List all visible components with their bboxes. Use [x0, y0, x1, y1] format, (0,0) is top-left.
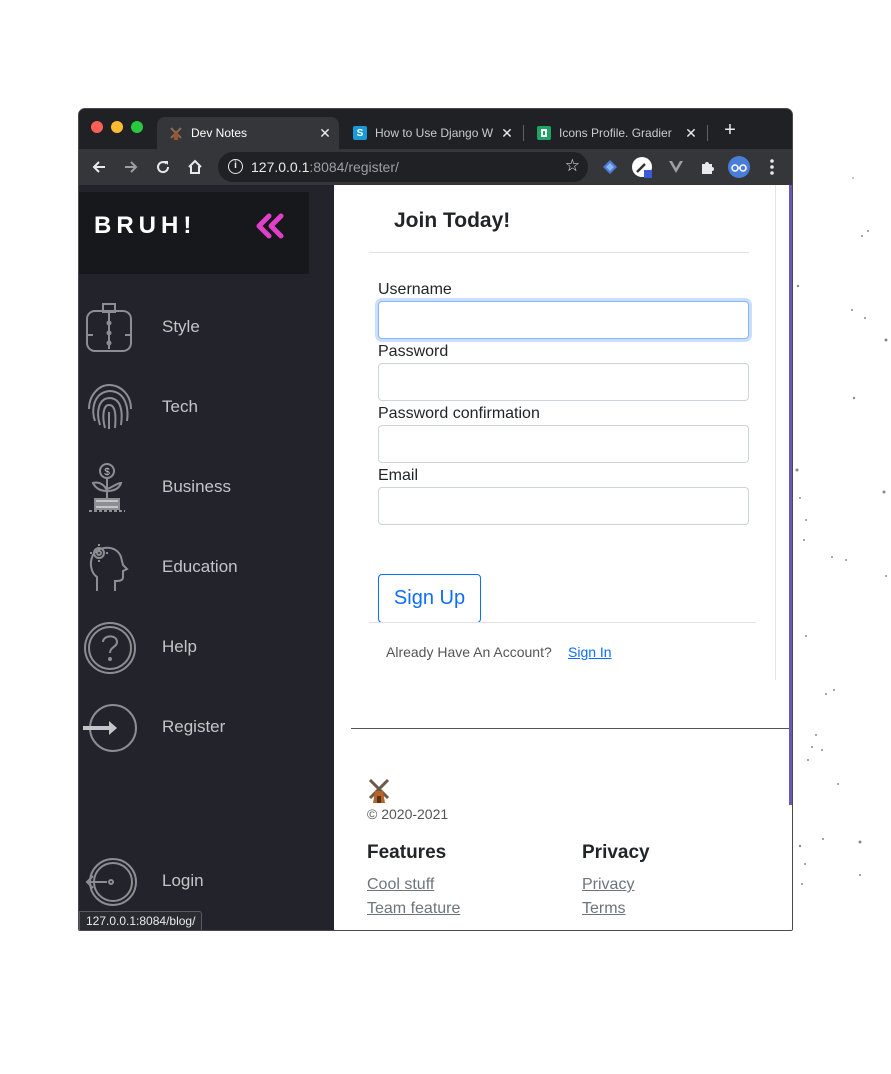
sidebar-item-help[interactable]: Help	[79, 613, 334, 683]
status-bar-url: 127.0.0.1:8084/blog/	[79, 911, 203, 930]
scrollbar-track[interactable]	[789, 185, 792, 805]
close-icon[interactable]: ✕	[683, 125, 699, 142]
browser-menu-icon[interactable]	[760, 155, 784, 179]
extension-vue-icon[interactable]	[665, 156, 687, 178]
password-input[interactable]	[378, 363, 749, 401]
already-have-account-text: Already Have An Account?	[386, 644, 552, 660]
password-confirmation-label: Password confirmation	[378, 405, 540, 422]
brand-header: BRUH!	[79, 192, 309, 274]
info-icon[interactable]: i	[228, 159, 243, 174]
reload-icon[interactable]	[151, 155, 175, 179]
extension-eyedropper-icon[interactable]	[631, 156, 653, 178]
shirt-icon	[86, 303, 132, 352]
collapse-chevrons-icon[interactable]	[253, 209, 287, 243]
email-input[interactable]	[378, 487, 749, 525]
windmill-icon	[169, 126, 183, 140]
main-content: Join Today! Username Password Password c…	[334, 185, 792, 930]
sidebar-item-label: Help	[162, 637, 197, 656]
site-s-icon: S	[353, 126, 367, 140]
bookmark-star-icon[interactable]: ☆	[565, 156, 580, 176]
sidebar-item-business[interactable]: $ Business	[79, 453, 334, 523]
login-icon	[85, 858, 137, 906]
sidebar-item-login[interactable]: Login	[79, 847, 334, 917]
divider	[369, 252, 749, 253]
sign-in-link[interactable]: Sign In	[568, 644, 612, 660]
question-icon	[84, 622, 136, 674]
page-viewport: BRUH! Style Tech $ Business Education He…	[79, 185, 792, 930]
svg-text:$: $	[104, 467, 110, 478]
tab-django[interactable]: S How to Use Django W ✕	[341, 117, 521, 149]
sidebar: BRUH! Style Tech $ Business Education He…	[79, 185, 334, 930]
tab-icons-profile[interactable]: Icons Profile. Gradier ✕	[525, 117, 705, 149]
brand-logo-text: BRUH!	[94, 212, 197, 239]
sidebar-item-label: Business	[162, 477, 231, 496]
copyright-text: © 2020-2021	[367, 806, 449, 822]
browser-toolbar: i 127.0.0.1:8084/register/ ☆	[79, 149, 792, 185]
address-bar[interactable]: i 127.0.0.1:8084/register/ ☆	[218, 152, 588, 182]
footer-divider	[351, 728, 792, 729]
sidebar-item-label: Style	[162, 317, 200, 336]
sign-up-button[interactable]: Sign Up	[378, 574, 481, 623]
sidebar-item-register[interactable]: Register	[79, 693, 334, 763]
sidebar-item-tech[interactable]: Tech	[79, 373, 334, 443]
tab-strip: Dev Notes ✕ S How to Use Django W ✕ Icon…	[79, 109, 792, 149]
footer-link-team-feature[interactable]: Team feature	[367, 900, 460, 918]
sidebar-item-label: Tech	[162, 397, 198, 416]
footer-features-heading: Features	[367, 842, 447, 863]
username-input[interactable]	[378, 301, 749, 339]
new-tab-button[interactable]: +	[722, 120, 738, 141]
username-label: Username	[378, 281, 452, 298]
tab-title: How to Use Django W	[375, 126, 494, 140]
back-arrow-icon[interactable]	[87, 155, 111, 179]
sidebar-item-label: Register	[162, 717, 226, 736]
extensions-puzzle-icon[interactable]	[696, 156, 718, 178]
password-confirmation-input[interactable]	[378, 425, 749, 463]
money-plant-icon: $	[89, 463, 125, 512]
sidebar-item-style[interactable]: Style	[79, 293, 334, 363]
home-icon[interactable]	[183, 155, 207, 179]
footer-privacy-heading: Privacy	[582, 842, 650, 863]
extension-diamond-icon[interactable]	[599, 156, 621, 178]
close-window-button[interactable]	[91, 121, 103, 133]
divider	[369, 622, 756, 623]
page-title: Join Today!	[394, 209, 511, 232]
footer-link-privacy[interactable]: Privacy	[582, 876, 634, 894]
footer-link-cool-stuff[interactable]: Cool stuff	[367, 876, 434, 894]
plus-square-icon	[537, 126, 551, 140]
sign-in-icon	[83, 704, 137, 752]
tab-title: Icons Profile. Gradier	[559, 126, 672, 140]
maximize-window-button[interactable]	[131, 121, 143, 133]
tab-dev-notes[interactable]: Dev Notes ✕	[157, 117, 339, 149]
forward-arrow-icon[interactable]	[119, 155, 143, 179]
head-gear-icon	[89, 544, 129, 591]
tab-title: Dev Notes	[191, 126, 248, 140]
register-card: Join Today! Username Password Password c…	[334, 185, 776, 680]
tab-separator	[707, 125, 708, 141]
password-label: Password	[378, 343, 449, 360]
windmill-icon	[368, 778, 390, 803]
tab-separator	[523, 125, 524, 141]
email-label: Email	[378, 467, 419, 484]
close-icon[interactable]: ✕	[317, 125, 333, 142]
profile-avatar[interactable]	[728, 156, 750, 178]
browser-window: Dev Notes ✕ S How to Use Django W ✕ Icon…	[78, 108, 793, 931]
close-icon[interactable]: ✕	[499, 125, 515, 142]
sidebar-item-education[interactable]: Education	[79, 533, 334, 603]
sidebar-item-label: Education	[162, 557, 238, 576]
fingerprint-icon	[88, 383, 132, 429]
address-url: 127.0.0.1:8084/register/	[251, 159, 399, 175]
minimize-window-button[interactable]	[111, 121, 123, 133]
sidebar-item-label: Login	[162, 871, 204, 890]
footer-link-terms[interactable]: Terms	[582, 900, 626, 918]
